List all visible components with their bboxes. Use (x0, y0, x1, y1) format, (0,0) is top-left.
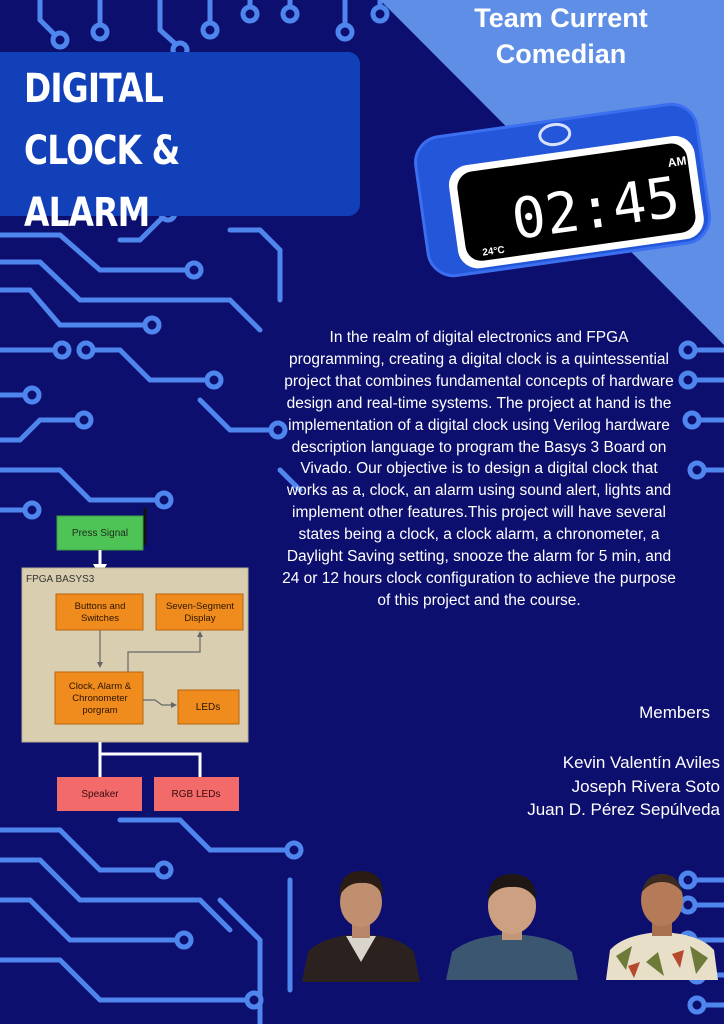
member-photo-2 (446, 874, 578, 980)
member-photo-3 (606, 874, 718, 980)
alarm-clock-illustration: 02:45 AM 24°C (414, 102, 712, 278)
buttons-switches-label-1: Buttons and (75, 601, 126, 612)
project-description: In the realm of digital electronics and … (282, 329, 676, 609)
buttons-switches-label-2: Switches (81, 613, 119, 624)
seven-segment-label-2: Display (184, 613, 215, 624)
team-name-line-2: Comedian (495, 39, 627, 69)
team-name: Team Current Comedian (450, 0, 672, 72)
team-name-line-1: Team Current (474, 3, 648, 33)
buttons-switches-block (55, 593, 144, 631)
block-diagram: Press Signal FPGA BASYS3 Buttons and Swi… (21, 508, 249, 811)
member-name: Juan D. Pérez Sepúlveda (527, 800, 720, 819)
members-heading: Members (639, 703, 710, 722)
program-label-1: Clock, Alarm & (69, 681, 132, 692)
leds-label: LEDs (196, 702, 220, 713)
speaker-label: Speaker (81, 789, 119, 800)
fpga-board-label: FPGA BASYS3 (26, 574, 95, 585)
members-list: Kevin Valentín Aviles Joseph Rivera Soto… (440, 751, 720, 822)
seven-segment-label-1: Seven-Segment (166, 601, 234, 612)
member-photo-1 (302, 870, 420, 982)
press-signal-label: Press Signal (72, 528, 128, 539)
title-line-2: ALARM (24, 190, 150, 236)
rgb-leds-label: RGB LEDs (172, 789, 221, 800)
clock-period: AM (667, 154, 687, 170)
member-name: Kevin Valentín Aviles (562, 753, 720, 772)
member-name: Joseph Rivera Soto (571, 776, 720, 796)
program-label-3: porgram (82, 705, 117, 716)
page-title: DIGITAL CLOCK & ALARM (24, 58, 286, 244)
seven-segment-block (155, 593, 244, 631)
program-label-2: Chronometer (72, 693, 127, 704)
title-line-1: DIGITAL CLOCK & (24, 66, 180, 174)
